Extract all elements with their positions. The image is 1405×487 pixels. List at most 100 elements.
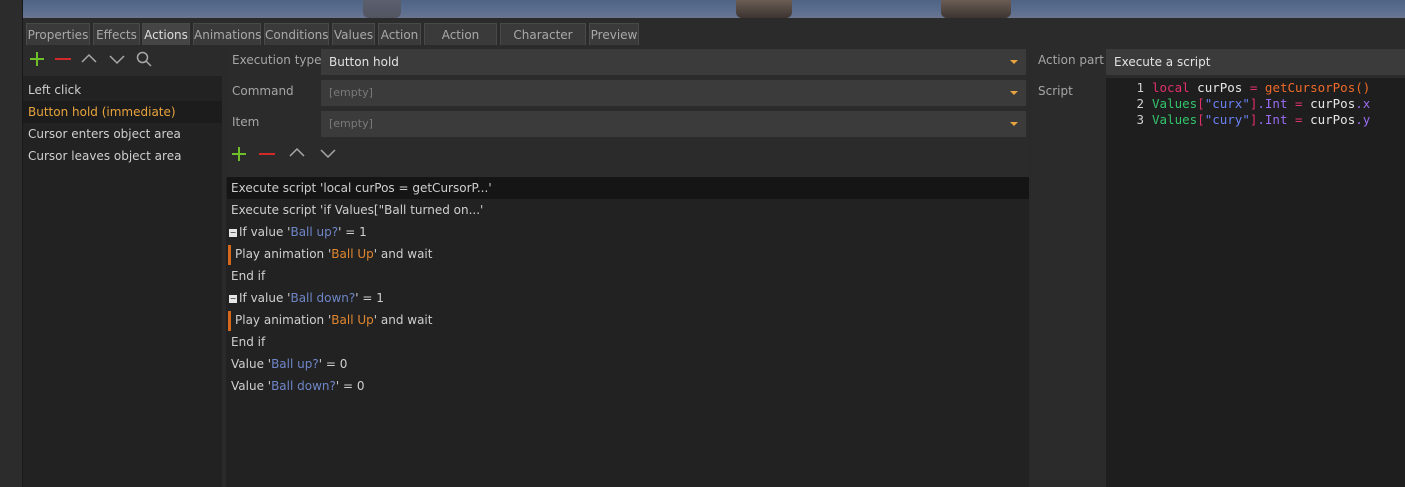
action-row[interactable]: − If value 'Ball down?' = 1 [229,287,384,309]
action-part-label: Action part [1038,53,1105,67]
collapse-icon[interactable]: − [229,294,237,303]
tab-effects[interactable]: Effects [93,23,140,45]
event-cursor-leaves[interactable]: Cursor leaves object area [28,145,218,167]
tab-action[interactable]: Action [378,23,421,45]
action-suffix: ' and wait [373,313,433,327]
execution-type-dropdown[interactable]: Button hold [321,49,1026,75]
action-row[interactable]: − If value 'Ball up?' = 1 [229,221,367,243]
action-part-dropdown[interactable]: Execute a script [1106,49,1405,75]
code-token: "curx" [1204,96,1250,111]
tab-values[interactable]: Values [332,23,375,45]
command-value: [empty] [329,86,373,99]
move-down-icon[interactable] [108,50,126,68]
animation-name: Ball Up [331,313,374,327]
action-part-value: Execute a script [1114,55,1211,69]
action-row[interactable]: Execute script 'local curPos = getCursor… [227,177,1029,199]
event-button-hold[interactable]: Button hold (immediate) [23,101,222,123]
code-token: Values [1152,96,1198,111]
code-token: .y [1355,112,1371,127]
action-suffix: ' = 1 [355,291,384,305]
tab-character-size[interactable]: Character size [500,23,586,64]
line-number: 1 [1136,80,1144,95]
left-edge-strip [0,0,23,487]
action-row[interactable]: Play animation 'Ball Up' and wait [228,309,432,331]
code-token: curPos [1302,112,1356,127]
action-row[interactable]: Value 'Ball down?' = 0 [231,375,365,397]
action-row[interactable]: End if [231,331,265,353]
action-suffix: ' = 0 [318,357,348,371]
indent-bar [228,310,231,331]
animation-name: Ball Up [331,247,374,261]
action-row[interactable]: Value 'Ball up?' = 0 [231,353,347,375]
move-up-icon[interactable] [288,144,306,162]
action-text: Value ' [231,379,272,393]
command-dropdown[interactable]: [empty] [321,80,1026,106]
move-up-icon[interactable] [80,50,98,68]
chevron-down-icon [1010,91,1018,95]
code-token: local [1152,80,1190,95]
command-label: Command [232,84,294,98]
tab-properties[interactable]: Properties [26,23,90,45]
line-number: 3 [1136,112,1144,127]
code-token: .Int [1257,96,1288,111]
chevron-down-icon [1010,122,1018,126]
code-token: [ [1197,96,1205,111]
line-number: 2 [1136,96,1144,111]
tab-bar: Properties Effects Actions Animations Co… [23,18,1405,64]
action-text: Execute script 'if Values["Ball turned o… [231,203,484,217]
add-icon[interactable] [230,145,248,163]
code-token: = [1295,112,1303,127]
action-text: Play animation ' [235,247,332,261]
tab-animations[interactable]: Animations [193,23,261,45]
value-name: Ball up? [290,225,339,239]
code-token: curPos [1302,96,1356,111]
remove-icon[interactable] [54,50,72,68]
action-row[interactable]: Execute script 'if Values["Ball turned o… [231,199,483,221]
execution-type-value: Button hold [329,55,399,69]
action-row[interactable]: End if [231,265,265,287]
code-token: "cury" [1204,112,1250,127]
indent-bar [228,244,231,265]
code-line: 3 Values["cury"].Int = curPos.y [1108,112,1370,128]
chevron-down-icon [1010,60,1018,64]
tab-action-areas[interactable]: Action areas [424,23,497,64]
tab-conditions[interactable]: Conditions [264,23,329,45]
tab-preview[interactable]: Preview [589,23,639,45]
code-token: curPos [1189,80,1250,95]
action-text: End if [231,335,266,349]
action-text: If value ' [239,225,291,239]
code-token: = [1295,96,1303,111]
item-label: Item [232,115,260,129]
action-suffix: ' = 1 [338,225,367,239]
code-line: 2 Values["curx"].Int = curPos.x [1108,96,1370,112]
remove-icon[interactable] [258,145,276,163]
code-line: 1 local curPos = getCursorPos() [1108,80,1370,96]
code-token: getCursorPos() [1264,80,1371,95]
action-text: Play animation ' [235,313,332,327]
action-suffix: ' = 0 [335,379,365,393]
action-text: Execute script 'local curPos = getCursor… [231,181,492,195]
action-row[interactable]: Play animation 'Ball Up' and wait [228,243,432,265]
scene-preview-banner [23,0,1405,18]
code-token: [ [1197,112,1205,127]
value-name: Ball up? [271,357,319,371]
action-text: End if [231,269,266,283]
action-suffix: ' and wait [373,247,433,261]
search-icon[interactable] [135,50,153,68]
script-label: Script [1038,84,1073,98]
action-text: Value ' [231,357,272,371]
execution-type-label: Execution type [232,53,322,67]
action-text: If value ' [239,291,291,305]
collapse-icon[interactable]: − [229,228,237,237]
move-down-icon[interactable] [319,144,337,162]
value-name: Ball down? [271,379,336,393]
event-left-click[interactable]: Left click [28,79,218,101]
item-dropdown[interactable]: [empty] [321,111,1026,137]
event-cursor-enters[interactable]: Cursor enters object area [28,123,218,145]
script-editor[interactable] [1106,78,1405,487]
tab-actions[interactable]: Actions [142,23,190,45]
add-icon[interactable] [28,50,46,68]
